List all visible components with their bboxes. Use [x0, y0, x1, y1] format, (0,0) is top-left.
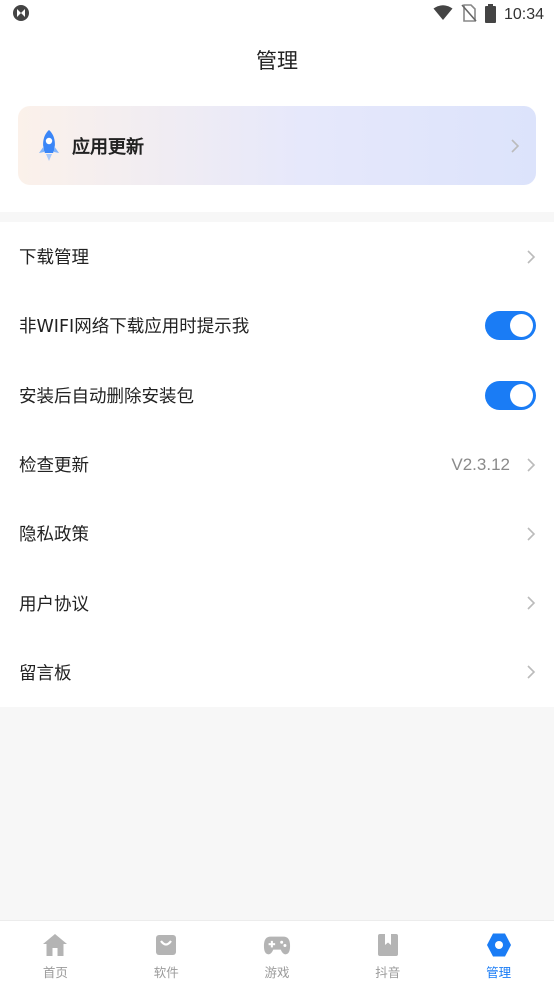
toggle-knob [510, 383, 533, 407]
header: 管理 [0, 30, 554, 90]
chevron-right-icon [510, 138, 520, 154]
download-manage-label: 下载管理 [19, 248, 89, 269]
tab-label: 软件 [153, 965, 179, 980]
tab-software[interactable]: 软件 [111, 921, 222, 986]
tab-manage[interactable]: 管理 [443, 921, 554, 986]
privacy-policy-row[interactable]: 隐私政策 [0, 499, 554, 568]
status-bar: 10:34 [0, 0, 554, 30]
chevron-right-icon [526, 595, 536, 611]
app-status-icon [12, 4, 30, 26]
hexagon-icon [485, 932, 513, 958]
wifi-prompt-toggle[interactable] [485, 311, 536, 341]
tab-label: 管理 [486, 965, 512, 980]
no-sim-icon [461, 4, 477, 26]
tab-home[interactable]: 首页 [0, 921, 111, 986]
version-value: V2.3.12 [451, 454, 510, 474]
battery-icon [484, 3, 496, 27]
tab-label: 游戏 [264, 965, 290, 980]
tab-label: 抖音 [375, 965, 401, 980]
app-update-card[interactable]: 应用更新 [18, 106, 536, 185]
home-icon [41, 932, 69, 958]
toggle-knob [510, 314, 533, 338]
chevron-right-icon [526, 249, 536, 265]
chevron-right-icon [526, 664, 536, 680]
page-title: 管理 [256, 49, 298, 73]
user-agreement-label: 用户协议 [19, 594, 89, 615]
bag-icon [152, 932, 180, 958]
tab-games[interactable]: 游戏 [222, 921, 333, 986]
download-manage-row[interactable]: 下载管理 [0, 222, 554, 291]
gamepad-icon [263, 932, 291, 958]
bottom-tab-bar: 首页 软件 游戏 抖音 管理 [0, 920, 554, 986]
tab-label: 首页 [42, 965, 68, 980]
chevron-right-icon [526, 457, 536, 473]
check-update-row[interactable]: 检查更新 V2.3.12 [0, 430, 554, 499]
auto-delete-row: 安装后自动删除安装包 [0, 361, 554, 430]
wifi-prompt-label: 非WIFI网络下载应用时提示我 [19, 317, 250, 338]
wifi-icon [433, 5, 453, 25]
message-board-label: 留言板 [19, 663, 72, 684]
chevron-right-icon [526, 526, 536, 542]
tab-douyin[interactable]: 抖音 [332, 921, 443, 986]
privacy-policy-label: 隐私政策 [19, 525, 89, 546]
banner-section: 应用更新 [0, 90, 554, 212]
check-update-label: 检查更新 [19, 456, 89, 477]
bookmark-icon [374, 932, 402, 958]
message-board-row[interactable]: 留言板 [0, 638, 554, 707]
rocket-icon [36, 129, 62, 163]
app-update-title: 应用更新 [72, 136, 144, 158]
auto-delete-label: 安装后自动删除安装包 [19, 386, 194, 407]
settings-list: 下载管理 非WIFI网络下载应用时提示我 安装后自动删除安装包 检查更新 V2.… [0, 222, 554, 707]
status-time: 10:34 [503, 6, 544, 23]
user-agreement-row[interactable]: 用户协议 [0, 568, 554, 637]
wifi-prompt-row: 非WIFI网络下载应用时提示我 [0, 291, 554, 360]
auto-delete-toggle[interactable] [485, 380, 536, 410]
